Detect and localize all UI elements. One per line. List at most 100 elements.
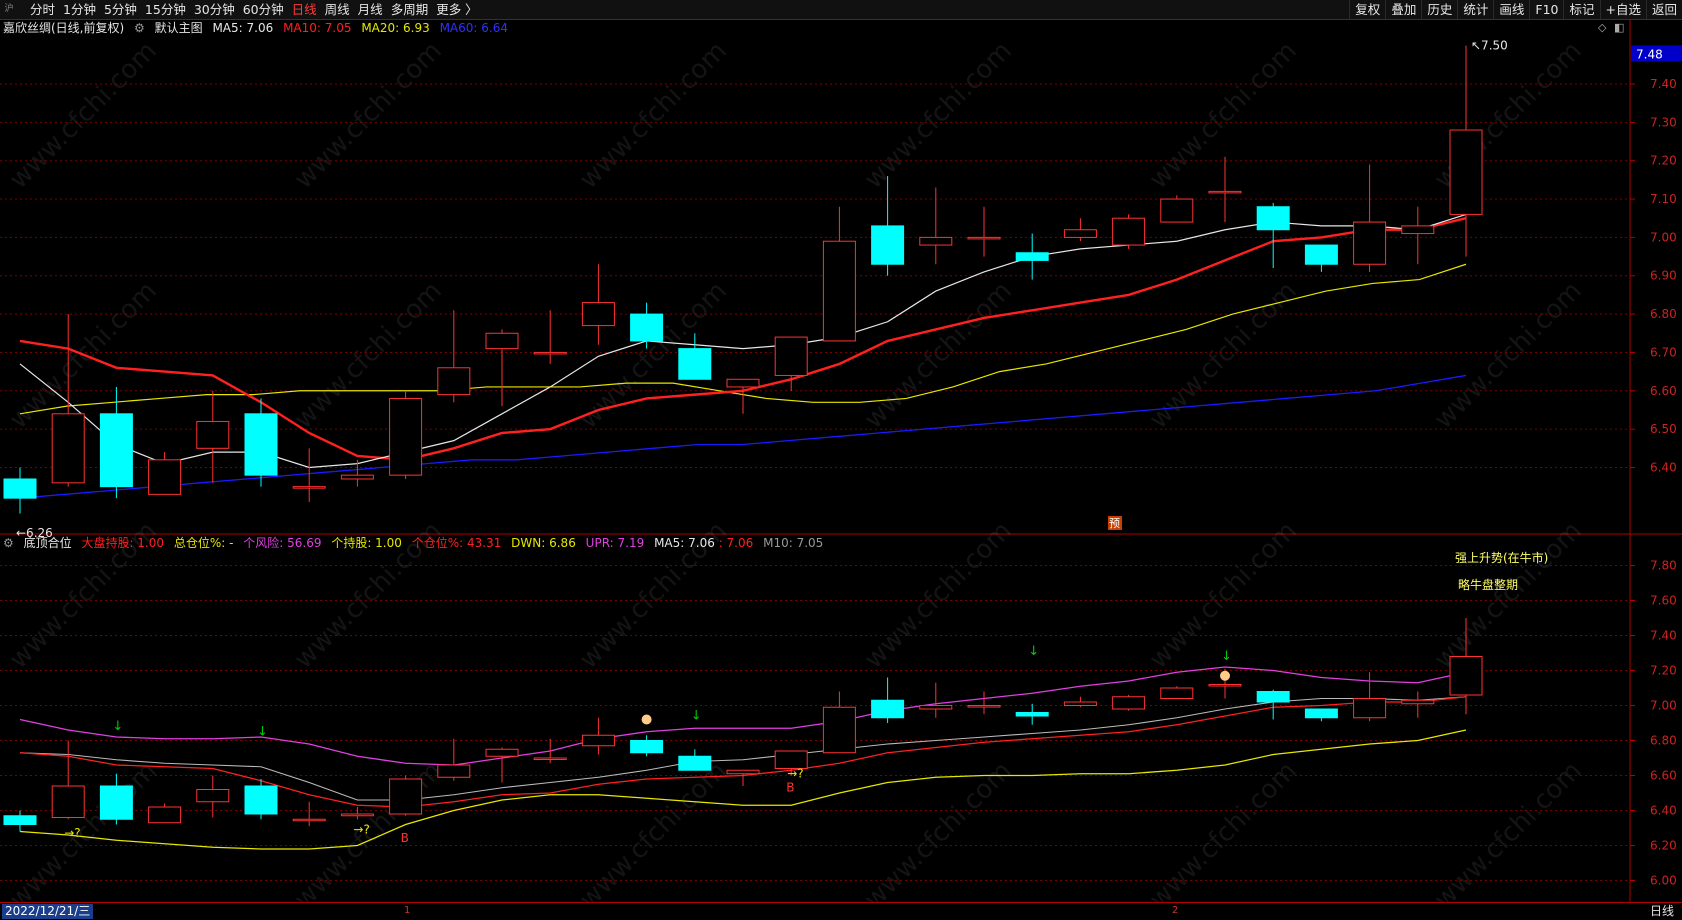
sub-candle [1256, 691, 1290, 703]
main-candle [533, 351, 567, 355]
indicator-settings-icon[interactable]: ⚙ [134, 21, 145, 35]
sub-candle [196, 789, 230, 803]
watermark-text: www.cfchi.com [4, 756, 163, 902]
dwn-value: DWN: 6.86 [511, 536, 576, 550]
main-candle [581, 302, 615, 327]
cursor-date: 2022/12/21/三 [2, 904, 94, 919]
sub-candle [292, 818, 326, 822]
down-arrow-icon: ↓ [1221, 649, 1232, 664]
sub-candle [99, 785, 133, 820]
buy-signal: B [401, 831, 409, 845]
main-candle [1449, 129, 1483, 215]
main-candle [196, 420, 230, 449]
main-candle [485, 332, 519, 350]
main-axis-label: 6.90 [1650, 269, 1677, 283]
sub-m10-value: M10: 7.05 [763, 536, 824, 550]
main-candle [3, 478, 37, 499]
sub-candle [1208, 684, 1242, 687]
sub-candle [340, 813, 374, 817]
sub-candle [485, 748, 519, 757]
sub-candle [1015, 712, 1049, 717]
month-mark-2: 2 [1172, 905, 1179, 916]
sub-axis-label: 6.80 [1650, 734, 1677, 748]
upr-value: UPR: 7.19 [585, 536, 645, 550]
sub-candle [1112, 696, 1146, 710]
main-candle [1401, 225, 1435, 235]
down-arrow-icon: ↓ [691, 709, 702, 724]
sub-axis-label: 6.20 [1650, 839, 1677, 853]
sub-candle [726, 769, 760, 775]
signal-arrow-question: →? [787, 766, 803, 780]
main-candle [871, 225, 905, 265]
down-arrow-icon: ↓ [112, 719, 123, 734]
high-price-label: ↖7.50 [1471, 39, 1508, 53]
watermark-text: www.cfchi.com [859, 276, 1018, 435]
stock-position: 个仓位%: 43.31 [411, 536, 502, 550]
diamond-icon[interactable]: ◇ [1598, 21, 1606, 34]
main-candle [1063, 229, 1097, 238]
main-candle [389, 397, 423, 476]
main-candle [822, 240, 856, 342]
main-candle [292, 486, 326, 489]
main-candle [51, 413, 85, 484]
sub-axis-label: 7.60 [1650, 594, 1677, 608]
main-candle [1256, 206, 1290, 231]
main-chart-header: 嘉欣丝绸(日线,前复权) ⚙ 默认主图 MA5: 7.06 MA10: 7.05… [0, 19, 514, 37]
indicator-name[interactable]: 默认主图 [155, 21, 203, 35]
main-axis-label: 7.10 [1650, 192, 1677, 206]
main-candle [630, 313, 664, 342]
main-axis-label: 7.20 [1650, 154, 1677, 168]
sub-chart-header: ⚙ 底顶合位 大盘持股: 1.00 总仓位%: - 个风险: 56.69 个持股… [0, 534, 829, 552]
main-candle [919, 236, 953, 246]
period-label[interactable]: 日线 [1650, 904, 1674, 919]
main-axis-label: 6.80 [1650, 307, 1677, 321]
sub-candle [1401, 699, 1435, 705]
last-price-label: 7.48 [1636, 47, 1663, 61]
sub-ma-value: : 7.06 [718, 536, 754, 550]
sub-candle [437, 764, 471, 778]
restore-icon[interactable]: ◧ [1614, 21, 1624, 34]
sub-candle [678, 755, 712, 771]
watermark-text: www.cfchi.com [289, 276, 448, 435]
sub-candle [581, 734, 615, 747]
main-candle [726, 378, 760, 388]
watermark-text: www.cfchi.com [1144, 756, 1303, 902]
main-axis-label: 7.40 [1650, 77, 1677, 91]
chart-canvas[interactable]: www.cfchi.com www.cfchi.com www.cfchi.com w… [0, 0, 1682, 902]
watermark-text: www.cfchi.com [1144, 276, 1303, 435]
main-candle [1208, 190, 1242, 194]
sub-settings-icon[interactable]: ⚙ [3, 536, 14, 550]
sub-indicator-name[interactable]: 底顶合位 [24, 536, 72, 550]
sub-candle [3, 815, 37, 825]
main-axis-label: 6.60 [1650, 384, 1677, 398]
sub-candle [1160, 687, 1194, 699]
sub-axis-label: 6.00 [1650, 874, 1677, 888]
watermark-text: www.cfchi.com [859, 516, 1018, 675]
watermark-text: www.cfchi.com [859, 756, 1018, 902]
signal-arrow-question: →? [353, 822, 369, 836]
main-candle [99, 413, 133, 488]
ma60-value: MA60: 6.64 [439, 21, 508, 35]
main-candle [437, 367, 471, 396]
main-axis-label: 6.70 [1650, 345, 1677, 359]
main-candle [148, 459, 182, 495]
sub-candle [1304, 708, 1338, 719]
main-candle [1304, 244, 1338, 265]
main-candle [1160, 198, 1194, 223]
light-bulb-icon [641, 714, 652, 725]
sub-candle [919, 705, 953, 710]
sub-axis-label: 6.60 [1650, 769, 1677, 783]
ma20-value: MA20: 6.93 [361, 21, 430, 35]
main-candle [1112, 217, 1146, 246]
sub-candle [1353, 698, 1387, 719]
main-candle [244, 413, 278, 476]
sub-candle [533, 757, 567, 760]
sub-candle [871, 699, 905, 719]
forecast-badge-text: 预 [1109, 517, 1120, 530]
watermark-text: www.cfchi.com [859, 36, 1018, 195]
buy-signal: B [786, 780, 794, 794]
market-hold: 大盘持股: 1.00 [81, 536, 165, 550]
sub-axis-label: 7.20 [1650, 664, 1677, 678]
main-candle [340, 474, 374, 480]
ma10-value: MA10: 7.05 [283, 21, 352, 35]
